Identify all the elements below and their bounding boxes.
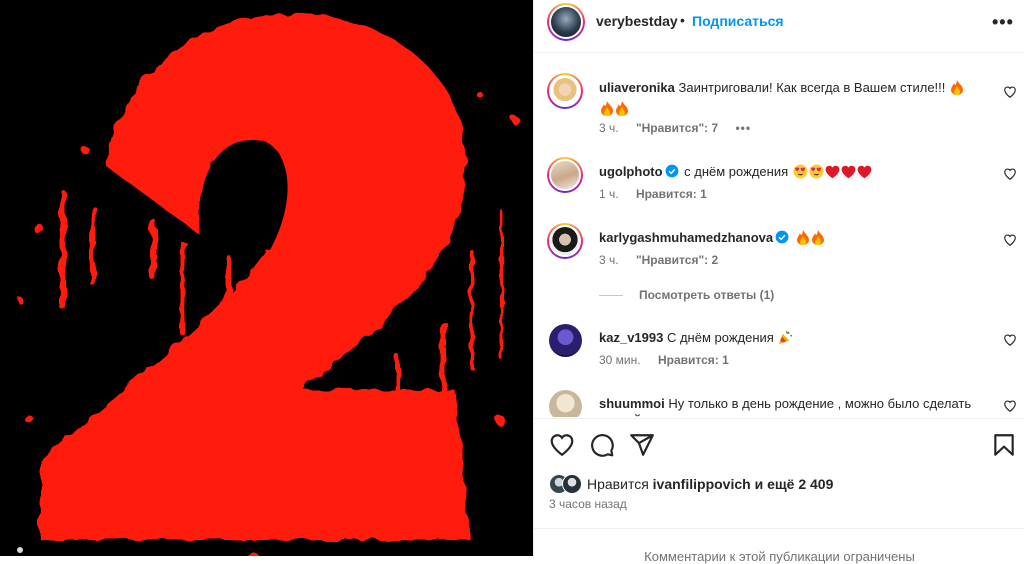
view-replies-button[interactable]: Посмотреть ответы (1) [599, 288, 774, 302]
comment-body: с днём рождения [684, 164, 789, 179]
comments-limited-footer: Комментарии к этой публикации ограничены [534, 528, 1024, 564]
comment-likes[interactable]: "Нравится": 2 [636, 253, 718, 267]
avatar[interactable] [547, 73, 583, 109]
share-icon[interactable] [629, 432, 655, 458]
bookmark-icon[interactable] [991, 432, 1017, 458]
avatar[interactable] [549, 324, 582, 357]
post-media[interactable] [0, 0, 533, 556]
comment-text: shuummoi Ну только в день рождение , мож… [599, 395, 979, 417]
heart-icon[interactable] [1003, 233, 1017, 247]
comment-body: С днём рождения [666, 330, 774, 345]
comment-icon[interactable] [589, 432, 615, 458]
comment-more-icon[interactable]: ••• [735, 121, 751, 135]
party-popper-emoji-icon [778, 330, 793, 350]
red-heart-emoji-icon [825, 165, 840, 184]
comment-username[interactable]: ugolphoto [599, 164, 663, 179]
heart-icon[interactable] [1003, 167, 1017, 181]
like-heart-icon[interactable] [549, 432, 575, 458]
comment-text: ugolphoto с днём рождения [599, 163, 979, 184]
comment-time: 3 ч. [599, 121, 619, 135]
comment-username[interactable]: kaz_v1993 [599, 330, 663, 345]
heart-eyes-emoji-icon [809, 164, 824, 184]
header-separator: • [680, 12, 685, 28]
avatar[interactable] [547, 157, 583, 193]
likes-user[interactable]: ivanfilippovich [653, 476, 751, 492]
comment-likes[interactable]: "Нравится": 7 [636, 121, 718, 135]
comment-meta: 3 ч. "Нравится": 7 ••• [599, 121, 765, 135]
comments-limited-text: Комментарии к этой публикации ограничены [644, 549, 915, 564]
avatar[interactable] [562, 474, 582, 494]
action-bar [534, 418, 1024, 469]
fire-emoji-icon [615, 101, 629, 121]
heart-icon[interactable] [1003, 85, 1017, 99]
red-heart-emoji-icon [841, 165, 856, 184]
heart-eyes-emoji-icon [793, 164, 808, 184]
comment-username[interactable]: uliaveronika [599, 80, 675, 95]
post-panel: verybestday • Подписаться ••• uliaveroni… [533, 0, 1024, 564]
heart-icon[interactable] [1003, 399, 1017, 413]
comment-text: uliaveronika Заинтриговали! Как всегда в… [599, 79, 979, 121]
comment-username[interactable]: karlygashmuhamedzhanova [599, 230, 773, 245]
comments-list[interactable]: uliaveronika Заинтриговали! Как всегда в… [534, 53, 1024, 417]
comment-username[interactable]: shuummoi [599, 396, 665, 411]
avatar[interactable] [549, 390, 582, 417]
comment-meta: 3 ч. "Нравится": 2 [599, 253, 732, 267]
verified-icon [775, 230, 789, 244]
comment-likes[interactable]: Нравится: 1 [658, 353, 729, 367]
post-time: 3 часов назад [549, 497, 627, 511]
author-avatar[interactable] [547, 3, 585, 41]
heart-icon[interactable] [1003, 333, 1017, 347]
comment-text: karlygashmuhamedzhanova [599, 229, 979, 250]
avatar[interactable] [547, 223, 583, 259]
fire-emoji-icon [796, 230, 810, 250]
fire-emoji-icon [600, 101, 614, 121]
author-username[interactable]: verybestday [596, 13, 678, 29]
comment-time: 30 мин. [599, 353, 641, 367]
carousel-indicator [17, 547, 23, 553]
comment-time: 3 ч. [599, 253, 619, 267]
comment-time: 1 ч. [599, 187, 619, 201]
likes-text[interactable]: Нравится ivanfilippovich и ещё 2 409 [587, 476, 833, 492]
verified-icon [665, 164, 678, 178]
likes-prefix: Нравится [587, 476, 649, 492]
comment-text: kaz_v1993 С днём рождения [599, 329, 979, 350]
comment-body: Заинтриговали! Как всегда в Вашем стиле!… [678, 80, 946, 95]
comment-likes[interactable]: Нравится: 1 [636, 187, 707, 201]
comment-meta: 1 ч. Нравится: 1 [599, 187, 721, 201]
follow-button[interactable]: Подписаться [692, 13, 784, 29]
post-header: verybestday • Подписаться ••• [534, 0, 1024, 53]
comment-meta: 30 мин. Нравится: 1 [599, 353, 743, 367]
number-two-graphic [17, 13, 519, 556]
fire-emoji-icon [950, 80, 964, 100]
fire-emoji-icon [811, 230, 825, 250]
likes-count[interactable]: и ещё 2 409 [755, 476, 834, 492]
red-heart-emoji-icon [857, 165, 872, 184]
more-icon[interactable]: ••• [992, 12, 1014, 33]
